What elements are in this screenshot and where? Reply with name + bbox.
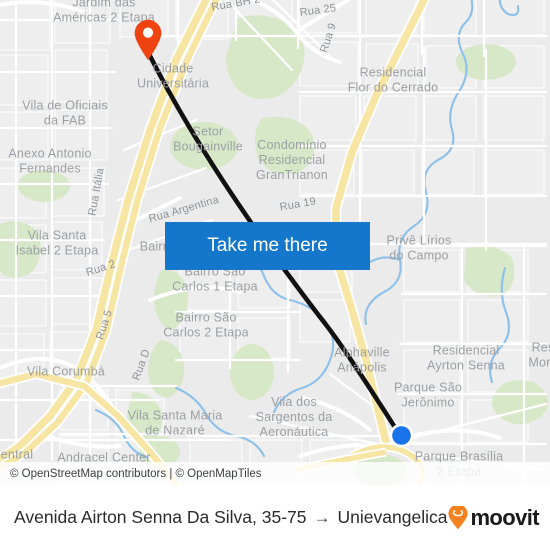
moovit-trip-screenshot: Jardim das Américas 2 Etapa Rua BH 2 Rua 2… xyxy=(0,0,550,550)
trip-summary-bar: Avenida Airton Senna Da Silva, 35-75 → U… xyxy=(0,485,550,550)
moovit-wordmark: moovit xyxy=(470,504,539,530)
destination-label: Unievangelica xyxy=(337,507,448,527)
moovit-pin-icon xyxy=(448,505,469,529)
map-canvas[interactable]: Jardim das Américas 2 Etapa Rua BH 2 Rua 2… xyxy=(0,0,550,485)
origin-label: Avenida Airton Senna Da Silva, 35-75 xyxy=(14,507,307,527)
arrow-icon: → xyxy=(313,508,331,527)
origin-pin[interactable] xyxy=(133,19,163,61)
take-me-there-button[interactable]: Take me there xyxy=(165,222,370,270)
moovit-logo[interactable]: moovit xyxy=(447,504,540,531)
attribution-text[interactable]: © OpenStreetMap contributors | © OpenMap… xyxy=(0,468,262,480)
map-attribution: © OpenStreetMap contributors | © OpenMap… xyxy=(0,462,550,485)
take-me-there-label: Take me there xyxy=(207,235,328,256)
destination-dot[interactable] xyxy=(388,422,415,449)
